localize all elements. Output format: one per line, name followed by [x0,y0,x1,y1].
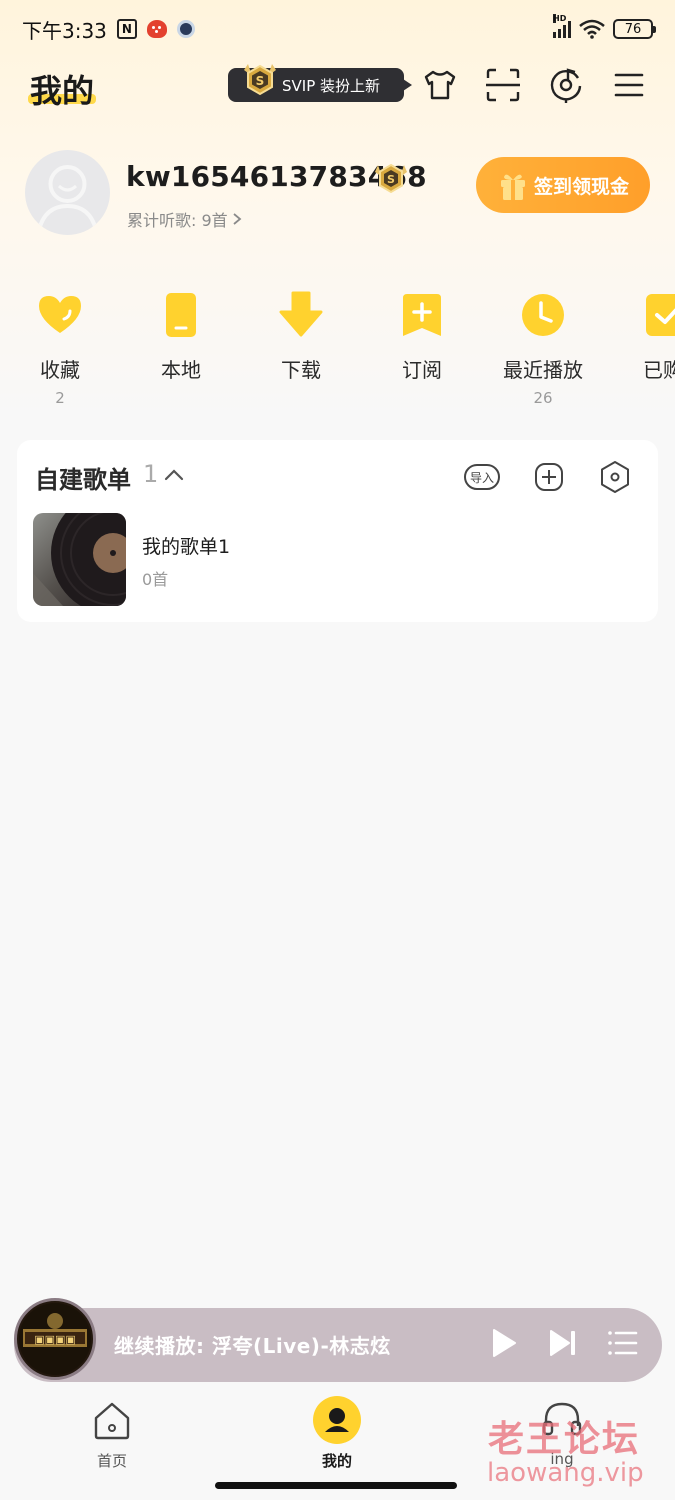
quick-action-local[interactable]: 本地 [131,290,231,407]
svip-promo-label: SVIP 装扮上新 [282,76,381,95]
quick-action-count: 26 [533,389,553,407]
home-icon [94,1402,130,1440]
chevron-up-icon[interactable] [163,464,185,486]
subscribe-icon [403,294,441,336]
quick-action-download[interactable]: 下载 [251,290,351,407]
import-label: 导入 [470,471,494,485]
nav-mine[interactable]: 我的 [297,1396,377,1471]
app-notification-icon [146,20,167,38]
signal-icon: HD [553,14,571,38]
checkin-cash-button[interactable]: 签到领现金 [476,157,650,213]
playlists-title: 自建歌单 [35,466,131,494]
playlist-queue-icon[interactable] [606,1326,640,1360]
play-icon[interactable] [486,1326,520,1360]
avatar[interactable] [25,150,110,235]
network-type: HD [553,14,567,23]
playlists-count: 1 [143,460,159,488]
listen-count-link[interactable]: 累计听歌: 9首 [127,207,242,231]
quick-action-label: 下载 [281,358,321,382]
next-track-icon[interactable] [546,1326,580,1360]
battery-level: 76 [624,21,642,37]
page-title: 我的 [30,72,95,110]
chevron-right-icon [233,213,242,225]
clock-icon [522,294,564,336]
playlist-cover[interactable] [33,513,126,606]
quick-action-count [613,389,675,407]
add-playlist-icon[interactable] [530,458,568,496]
quick-action-favorites[interactable]: 收藏 2 [10,290,110,407]
quick-action-subscribe[interactable]: 订阅 [372,290,472,407]
scan-icon[interactable] [484,66,522,104]
playlist-song-count: 0首 [142,570,169,589]
menu-icon[interactable] [610,66,648,104]
purchased-icon [646,294,675,336]
gift-icon [501,174,525,200]
music-radar-icon[interactable] [547,66,585,104]
quick-action-label: 本地 [161,358,201,382]
quick-actions: 收藏 2 本地 下载 订阅 最近播放 26 已购 [0,290,675,410]
quick-action-count: 2 [55,389,65,407]
quick-action-count [131,389,231,407]
nav-label: 首页 [96,1452,127,1470]
quick-action-count [372,389,472,407]
playlist-settings-icon[interactable] [596,458,634,496]
svg-text:S: S [387,173,395,186]
svg-text:S: S [256,74,265,88]
vinyl-record-image [33,513,126,606]
watermark-text: 老王论坛 [488,1419,641,1460]
svip-badge-icon: S [244,64,276,96]
listen-count-text: 累计听歌: 9首 [127,211,228,230]
quick-action-recent[interactable]: 最近播放 26 [493,290,593,407]
quick-action-label: 订阅 [402,358,442,382]
svip-level-icon[interactable]: S [372,160,410,198]
nfc-icon: N [116,19,137,39]
home-indicator[interactable] [215,1482,457,1489]
battery-icon: 76 [613,19,656,39]
watermark-url: laowang.vip [487,1458,644,1488]
status-bar: 下午3:33 N HD 76 [0,0,675,58]
page-header: 我的 SVIP 装扮上新 S [0,60,675,116]
phone-icon [166,293,196,337]
default-avatar-icon [37,165,98,231]
quick-action-label: 已购 [643,358,675,382]
checkin-label: 签到领现金 [534,175,630,198]
quick-action-label: 最近播放 [503,358,583,382]
nav-home[interactable]: 首页 [72,1396,152,1471]
quick-action-label: 收藏 [40,358,80,382]
now-playing-cover[interactable]: ▣▣▣▣ [14,1298,96,1380]
app-notification-icon-2 [176,20,195,38]
download-icon [279,291,323,337]
playlist-name[interactable]: 我的歌单1 [142,532,230,559]
heart-icon [39,296,81,333]
import-button[interactable]: 导入 [463,458,501,496]
album-art-image: ▣▣▣▣ [19,1303,91,1375]
status-time: 下午3:33 [22,18,107,43]
profile-active-icon [313,1396,361,1444]
now-playing-text: 继续播放: 浮夸(Live)-林志炫 [114,1334,391,1358]
quick-action-count [251,389,351,407]
created-playlists-card: 自建歌单 1 导入 我的歌单1 0首 [17,440,658,622]
wifi-icon [579,19,605,39]
nav-label: 我的 [321,1452,352,1470]
tshirt-icon[interactable] [421,66,459,104]
svg-text:▣▣▣▣: ▣▣▣▣ [34,1333,76,1346]
quick-action-purchased[interactable]: 已购 [613,290,675,407]
